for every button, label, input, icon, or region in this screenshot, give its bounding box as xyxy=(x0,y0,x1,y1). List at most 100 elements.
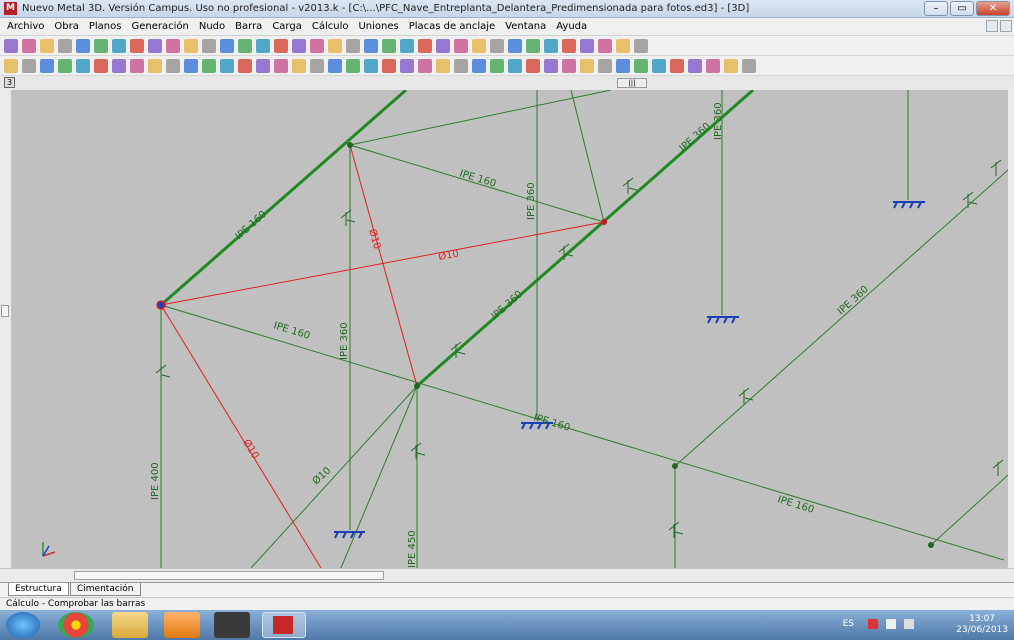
toolbar-main-button[interactable] xyxy=(328,39,342,53)
node[interactable] xyxy=(601,219,607,225)
node-selected[interactable] xyxy=(156,300,166,310)
close-button[interactable]: ✕ xyxy=(976,1,1010,16)
toolbar-main-button[interactable] xyxy=(76,39,90,53)
mdi-restore-button[interactable] xyxy=(1000,20,1012,32)
toolbar-main-button[interactable] xyxy=(580,39,594,53)
vertical-scrollbar-right[interactable] xyxy=(1008,90,1014,568)
toolbar-edit-button[interactable] xyxy=(202,59,216,73)
brace-bottom-2[interactable] xyxy=(250,385,418,568)
toolbar-edit-button[interactable] xyxy=(724,59,738,73)
view-3d-icon[interactable]: 3 xyxy=(4,77,15,88)
menu-item[interactable]: Obra xyxy=(53,21,79,32)
menu-item[interactable]: Placas de anclaje xyxy=(408,21,496,32)
volume-icon[interactable] xyxy=(904,619,914,629)
toolbar-edit-button[interactable] xyxy=(238,59,252,73)
toolbar-edit-button[interactable] xyxy=(40,59,54,73)
toolbar-edit-button[interactable] xyxy=(670,59,684,73)
scroll-thumb[interactable] xyxy=(1,305,9,317)
network-icon[interactable] xyxy=(886,619,896,629)
toolbar-main-button[interactable] xyxy=(274,39,288,53)
support-icon[interactable] xyxy=(334,531,365,539)
toolbar-edit-button[interactable] xyxy=(58,59,72,73)
toolbar-main-button[interactable] xyxy=(220,39,234,53)
toolbar-edit-button[interactable] xyxy=(130,59,144,73)
toolbar-edit-button[interactable] xyxy=(274,59,288,73)
toolbar-main-button[interactable] xyxy=(616,39,630,53)
toolbar-main-button[interactable] xyxy=(184,39,198,53)
node[interactable] xyxy=(928,542,934,548)
horizontal-scrollbar[interactable] xyxy=(0,568,1014,583)
menu-item[interactable]: Uniones xyxy=(357,21,399,32)
toolbar-edit-button[interactable] xyxy=(688,59,702,73)
structure-drawing[interactable]: IPE 160 IPE 160 IPE 160 IPE 160 IPE 160 … xyxy=(11,90,1008,568)
toolbar-edit-button[interactable] xyxy=(148,59,162,73)
start-button[interactable] xyxy=(6,612,40,638)
3d-view-canvas[interactable]: IPE 160 IPE 160 IPE 160 IPE 160 IPE 160 … xyxy=(11,90,1008,568)
toolbar-edit-button[interactable] xyxy=(256,59,270,73)
toolbar-main-button[interactable] xyxy=(508,39,522,53)
maximize-button[interactable]: ▭ xyxy=(950,1,974,16)
rafter-left[interactable] xyxy=(160,90,407,307)
toolbar-main-button[interactable] xyxy=(94,39,108,53)
toolbar-main-button[interactable] xyxy=(310,39,324,53)
menu-item[interactable]: Generación xyxy=(130,21,189,32)
tie-d10-vertical[interactable] xyxy=(349,144,418,387)
toolbar-edit-button[interactable] xyxy=(220,59,234,73)
menu-item[interactable]: Ayuda xyxy=(555,21,588,32)
toolbar-edit-button[interactable] xyxy=(616,59,630,73)
toolbar-main-button[interactable] xyxy=(202,39,216,53)
scroll-thumb[interactable] xyxy=(74,571,384,580)
menu-item[interactable]: Planos xyxy=(88,21,123,32)
toolbar-main-button[interactable] xyxy=(472,39,486,53)
toolbar-edit-button[interactable] xyxy=(598,59,612,73)
chrome-icon[interactable] xyxy=(58,612,94,638)
toolbar-main-button[interactable] xyxy=(256,39,270,53)
tab-cimentacion[interactable]: Cimentación xyxy=(70,583,141,596)
node[interactable] xyxy=(672,463,678,469)
toolbar-main-button[interactable] xyxy=(634,39,648,53)
support-icon[interactable] xyxy=(893,201,925,209)
toolbar-main-button[interactable] xyxy=(400,39,414,53)
flag-icon[interactable] xyxy=(868,619,878,629)
brace-bottom[interactable] xyxy=(340,385,418,568)
minimize-button[interactable]: – xyxy=(924,1,948,16)
toolbar-edit-button[interactable] xyxy=(454,59,468,73)
toolbar-main-button[interactable] xyxy=(562,39,576,53)
toolbar-edit-button[interactable] xyxy=(418,59,432,73)
menu-item[interactable]: Cálculo xyxy=(311,21,350,32)
toolbar-edit-button[interactable] xyxy=(346,59,360,73)
toolbar-main-button[interactable] xyxy=(292,39,306,53)
toolbar-edit-button[interactable] xyxy=(544,59,558,73)
toolbar-main-button[interactable] xyxy=(22,39,36,53)
toolbar-edit-button[interactable] xyxy=(562,59,576,73)
toolbar-edit-button[interactable] xyxy=(634,59,648,73)
app-icon[interactable]: M xyxy=(4,2,17,15)
toolbar-main-button[interactable] xyxy=(166,39,180,53)
language-indicator[interactable]: ES xyxy=(843,619,854,629)
toolbar-edit-button[interactable] xyxy=(490,59,504,73)
toolbar-edit-button[interactable] xyxy=(382,59,396,73)
toolbar-edit-button[interactable] xyxy=(328,59,342,73)
toolbar-edit-button[interactable] xyxy=(580,59,594,73)
toolbar-main-button[interactable] xyxy=(346,39,360,53)
toolbar-main-button[interactable] xyxy=(418,39,432,53)
toolbar-edit-button[interactable] xyxy=(508,59,522,73)
adobe-icon[interactable] xyxy=(214,612,250,638)
clock[interactable]: 13:07 23/06/2013 xyxy=(956,614,1008,636)
toolbar-main-button[interactable] xyxy=(238,39,252,53)
menu-item[interactable]: Carga xyxy=(271,21,303,32)
toolbar-main-button[interactable] xyxy=(130,39,144,53)
beam-ipe160-lower[interactable] xyxy=(160,304,1005,561)
toolbar-main-button[interactable] xyxy=(490,39,504,53)
menu-item[interactable]: Archivo xyxy=(6,21,45,32)
explorer-icon[interactable] xyxy=(112,612,148,638)
toolbar-edit-button[interactable] xyxy=(472,59,486,73)
toolbar-edit-button[interactable] xyxy=(436,59,450,73)
toolbar-edit-button[interactable] xyxy=(184,59,198,73)
toolbar-main-button[interactable] xyxy=(364,39,378,53)
media-player-icon[interactable] xyxy=(164,612,200,638)
toolbar-main-button[interactable] xyxy=(4,39,18,53)
menu-item[interactable]: Ventana xyxy=(504,21,547,32)
menu-item[interactable]: Nudo xyxy=(198,21,226,32)
menu-item[interactable]: Barra xyxy=(234,21,263,32)
